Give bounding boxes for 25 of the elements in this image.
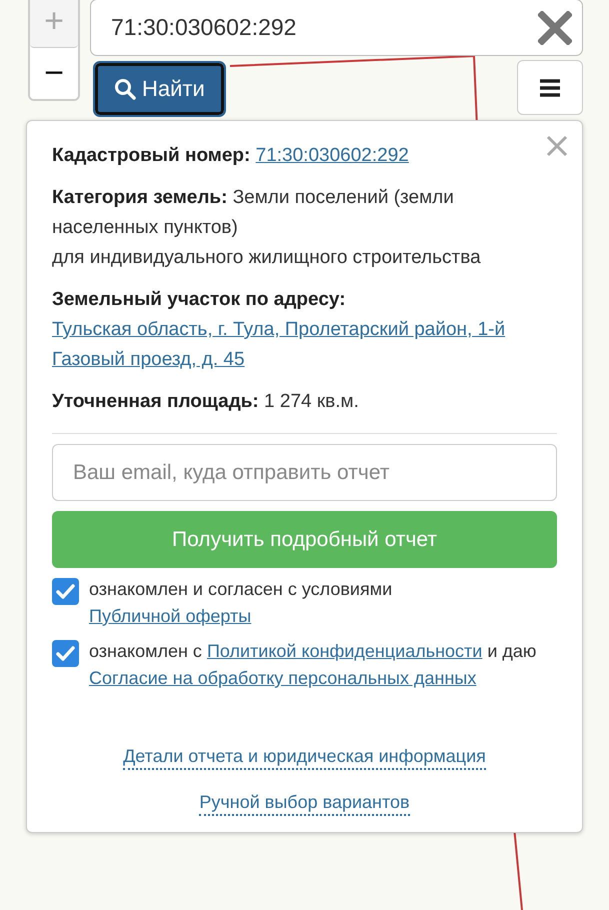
field-note: для индивидуального жилищного строительства: [52, 246, 482, 270]
close-icon[interactable]: [538, 10, 572, 44]
field-text: Категория земель: Земли поселений (земли населенных пунктов): [52, 186, 455, 240]
field-label: Кадастровый номер:: [52, 145, 250, 166]
search-input[interactable]: 71:30:030602:292: [109, 13, 538, 42]
field-link[interactable]: 71:30:030602:292: [256, 141, 409, 171]
email-field[interactable]: Ваш email, куда отправить отчет: [52, 444, 557, 501]
footer-link[interactable]: Ручной выбор вариантов: [199, 790, 410, 816]
consent-text: ознакомлен и согласен с условиями Публичной оферты: [89, 578, 394, 628]
consent-text: ознакомлен с Политикой конфиденциальности и даю Согласие на обработку персональных данных: [89, 640, 538, 690]
field-link[interactable]: Тульская область, г. Тула, Пролетарский район, 1-й Газовый проезд, д. 45: [52, 315, 557, 375]
field-text: Уточненная площадь: 1 274 кв.м.: [52, 390, 360, 414]
consent-link[interactable]: Политикой конфиденциальности: [206, 641, 482, 661]
field-label: Земельный участок по адресу:: [52, 289, 346, 310]
consent-link[interactable]: Публичной оферты: [89, 606, 252, 626]
menu-icon: [540, 78, 560, 96]
find-button[interactable]: Найти: [95, 63, 224, 115]
footer-link[interactable]: Детали отчета и юридическая информация: [123, 744, 486, 770]
checkbox[interactable]: [52, 578, 79, 605]
consent-link[interactable]: Согласие на обработку персональных данных: [89, 668, 476, 688]
menu-button[interactable]: [517, 60, 583, 115]
search-field[interactable]: 71:30:030602:292: [90, 0, 583, 56]
checkbox[interactable]: [52, 640, 79, 667]
search-icon: [114, 78, 136, 100]
close-icon[interactable]: [546, 135, 568, 157]
